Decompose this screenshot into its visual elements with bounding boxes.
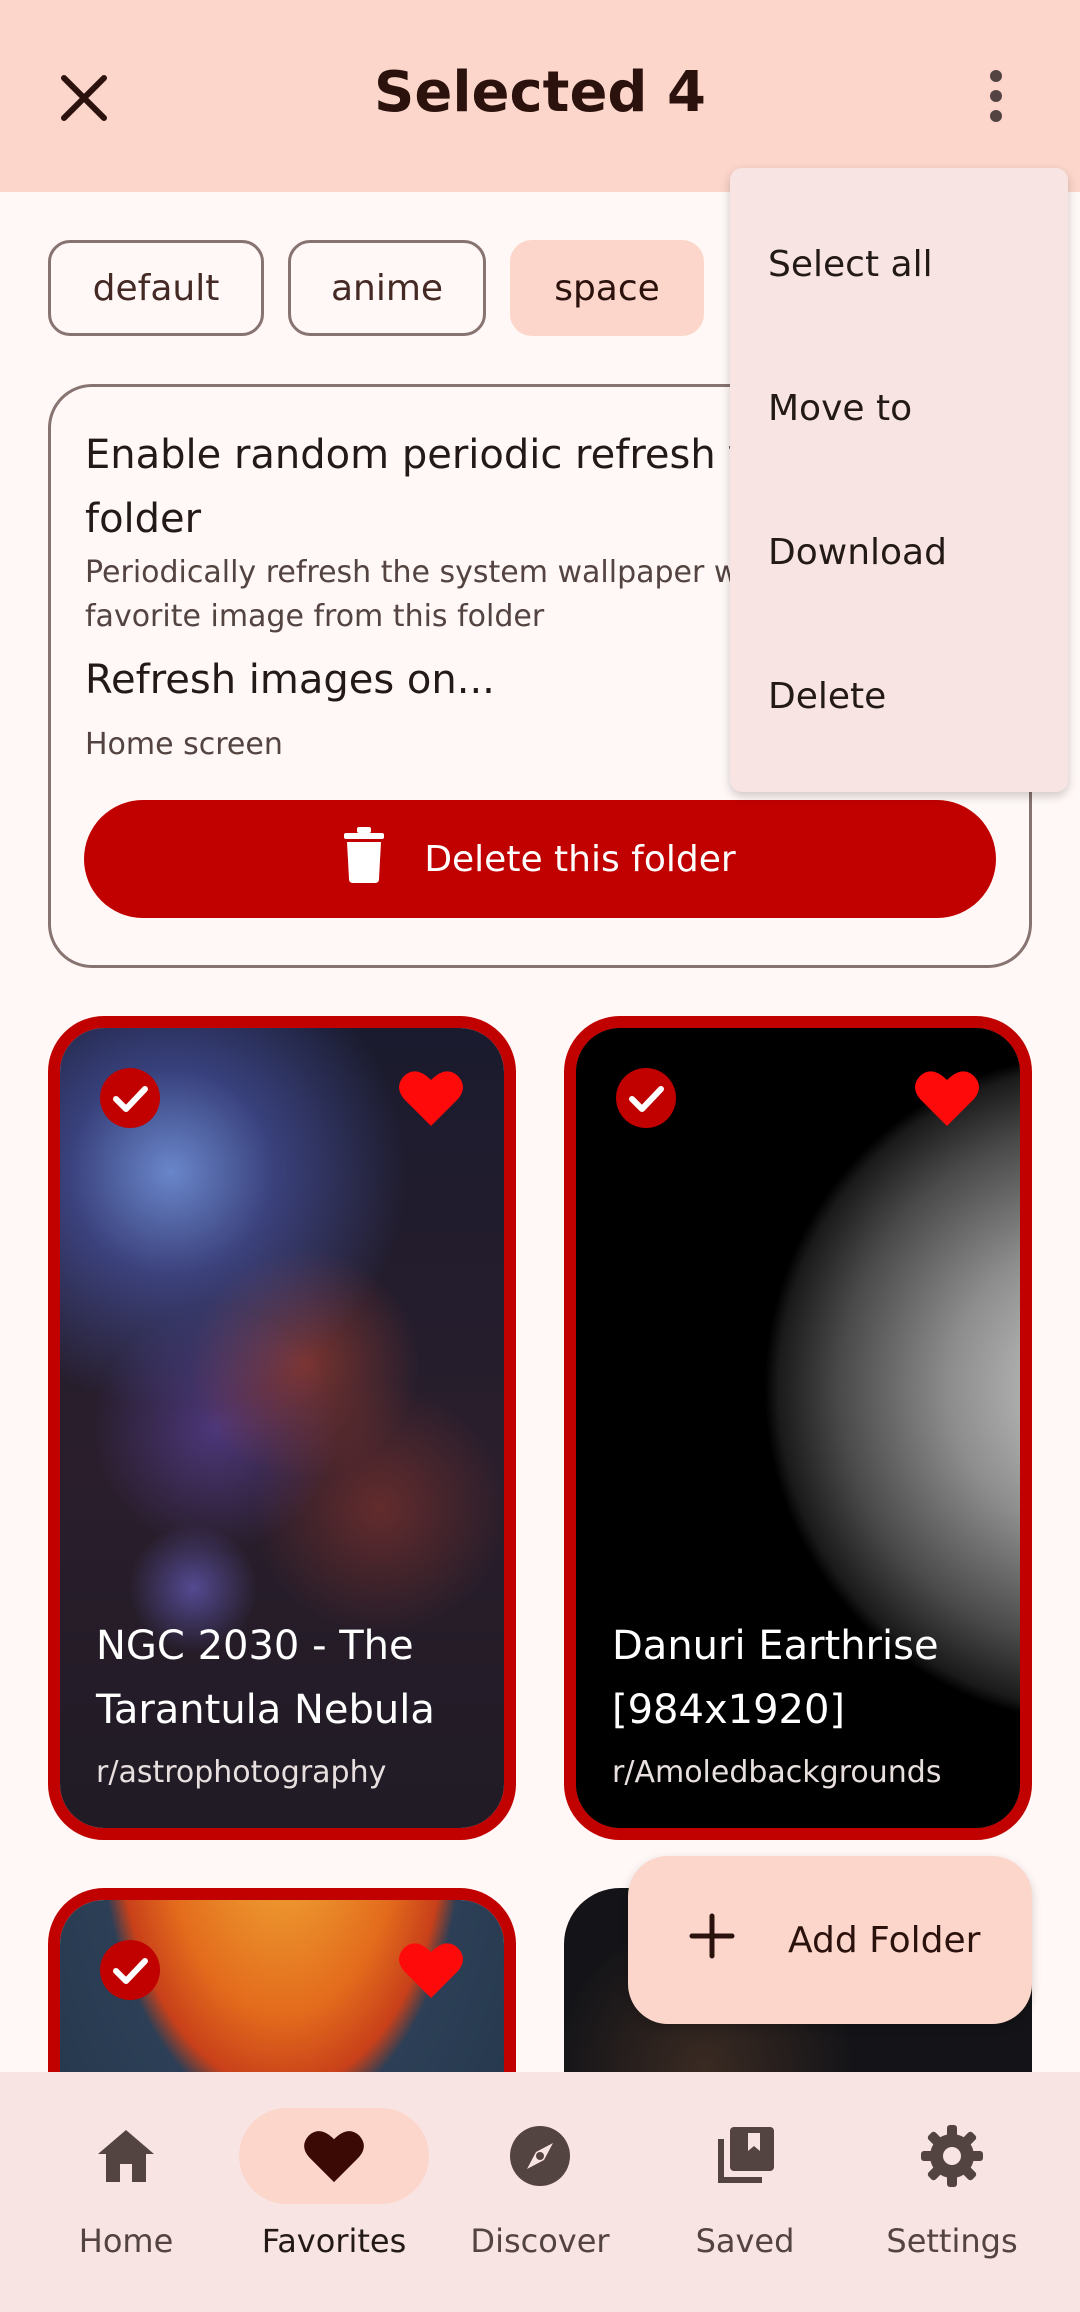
menu-item-move-to[interactable]: Move to	[730, 336, 1068, 480]
refresh-images-on-title[interactable]: Refresh images on...	[85, 657, 495, 703]
menu-item-delete[interactable]: Delete	[730, 624, 1068, 768]
overflow-menu: Select all Move to Download Delete	[730, 168, 1068, 792]
nav-discover[interactable]: Discover	[440, 2108, 640, 2288]
nav-favorites-label: Favorites	[261, 2222, 407, 2260]
add-folder-label: Add Folder	[788, 1919, 981, 1961]
compass-icon	[445, 2108, 635, 2204]
delete-folder-button[interactable]: Delete this folder	[84, 800, 996, 918]
favorite-heart-icon[interactable]	[398, 1068, 464, 1128]
nav-home-label: Home	[78, 2222, 174, 2260]
chip-default[interactable]: default	[48, 240, 264, 336]
nav-settings-label: Settings	[886, 2222, 1018, 2260]
home-icon	[31, 2108, 221, 2204]
menu-item-select-all[interactable]: Select all	[730, 192, 1068, 336]
selected-check-icon[interactable]	[616, 1068, 676, 1128]
menu-item-download[interactable]: Download	[730, 480, 1068, 624]
chip-space[interactable]: space	[510, 240, 704, 336]
selected-check-icon[interactable]	[100, 1940, 160, 2004]
bottom-navigation: Home Favorites Discover Saved Settings	[0, 2072, 1080, 2312]
favorite-heart-icon[interactable]	[398, 1940, 464, 2004]
top-app-bar: Selected 4	[0, 0, 1080, 192]
refresh-images-on-value: Home screen	[85, 727, 283, 762]
more-vert-icon[interactable]	[972, 66, 1020, 126]
image-title: NGC 2030 - The Tarantula Nebula	[96, 1623, 435, 1733]
page-title: Selected 4	[374, 60, 706, 125]
selected-check-icon[interactable]	[100, 1068, 160, 1128]
gear-icon	[857, 2108, 1047, 2204]
add-folder-button[interactable]: Add Folder	[628, 1856, 1032, 2024]
image-title: Danuri Earthrise [984x1920]	[612, 1623, 939, 1733]
heart-icon	[239, 2108, 429, 2204]
nav-favorites[interactable]: Favorites	[234, 2108, 434, 2288]
image-subreddit: r/Amoledbackgrounds	[612, 1755, 942, 1790]
plus-icon	[688, 1912, 736, 1969]
nav-settings[interactable]: Settings	[852, 2108, 1052, 2288]
nav-saved-label: Saved	[695, 2222, 795, 2260]
image-subreddit: r/astrophotography	[96, 1755, 387, 1790]
nav-saved[interactable]: Saved	[645, 2108, 845, 2288]
trash-icon	[344, 826, 385, 892]
image-card[interactable]: NGC 2030 - The Tarantula Nebula r/astrop…	[48, 1016, 516, 1840]
nav-home[interactable]: Home	[26, 2108, 226, 2288]
favorite-heart-icon[interactable]	[914, 1068, 980, 1128]
delete-folder-label: Delete this folder	[424, 838, 736, 880]
library-icon	[650, 2108, 840, 2204]
image-card[interactable]: Danuri Earthrise [984x1920] r/Amoledback…	[564, 1016, 1032, 1840]
nav-discover-label: Discover	[470, 2222, 610, 2260]
chip-anime[interactable]: anime	[288, 240, 486, 336]
